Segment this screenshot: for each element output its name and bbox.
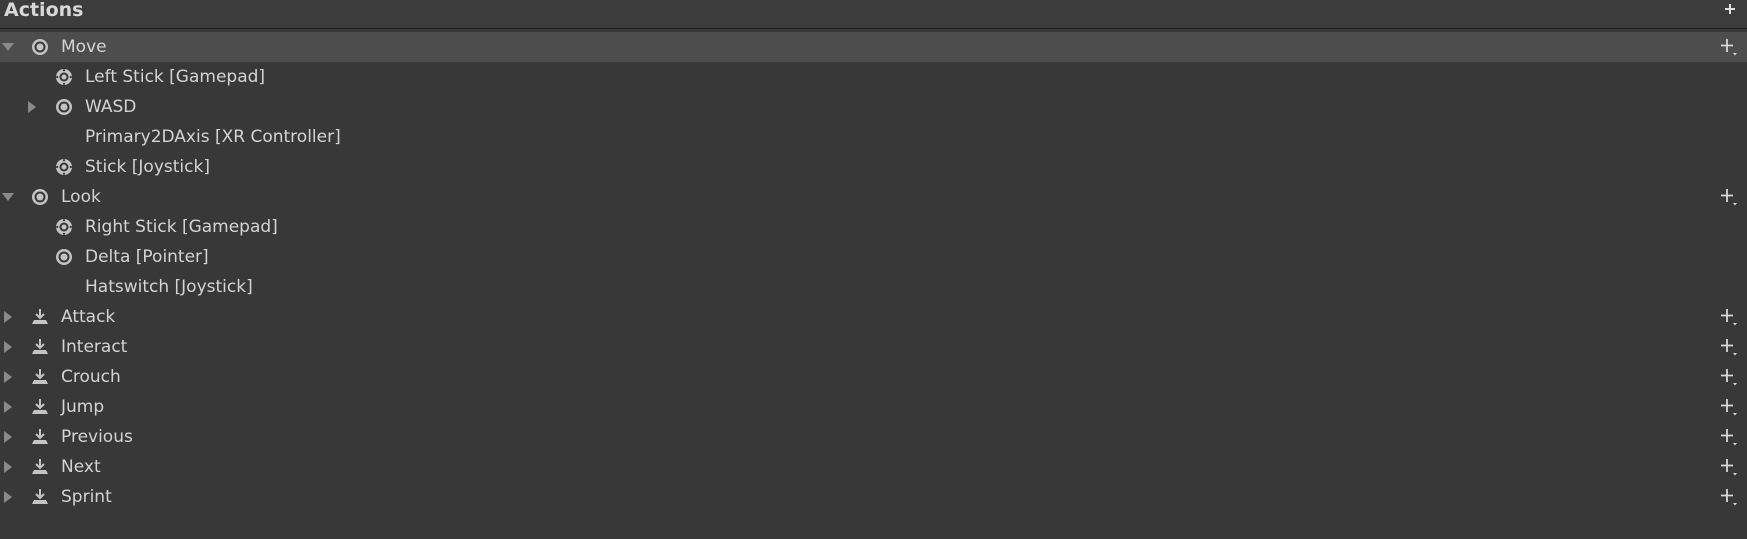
foldout-collapsed-icon[interactable] [25,100,39,114]
binding-label: Primary2DAxis [XR Controller] [85,127,341,147]
add-binding-icon[interactable] [1719,37,1739,57]
action-row-look[interactable]: Look [0,182,1747,212]
binding-label: Right Stick [Gamepad] [85,217,278,237]
binding-row[interactable]: Stick [Joystick] [0,152,1747,182]
composite-icon [56,99,72,115]
foldout-collapsed-icon[interactable] [1,340,15,354]
button-action-icon [32,309,48,324]
action-row-interact[interactable]: Interact [0,332,1747,362]
action-label: Interact [61,337,128,357]
binding-row[interactable]: Delta [Pointer] [0,242,1747,272]
add-binding-icon[interactable] [1719,367,1739,387]
binding-row[interactable]: WASD [0,92,1747,122]
add-binding-icon[interactable] [1719,337,1739,357]
actions-tree: Move Left Stick [Gamepad] WASD Primary2DAxi… [0,32,1747,512]
foldout-collapsed-icon[interactable] [1,490,15,504]
button-action-icon [32,429,48,444]
binding-row[interactable]: Primary2DAxis [XR Controller] [0,122,1747,152]
foldout-collapsed-icon[interactable] [1,310,15,324]
action-label: Sprint [61,487,112,507]
action-label: Move [61,37,107,57]
binding-label: Hatswitch [Joystick] [85,277,253,297]
binding-label: Stick [Joystick] [85,157,210,177]
action-row-jump[interactable]: Jump [0,392,1747,422]
binding-label: WASD [85,97,137,117]
foldout-expanded-icon[interactable] [1,190,15,204]
button-action-icon [32,489,48,504]
action-row-next[interactable]: Next [0,452,1747,482]
action-label: Look [61,187,101,207]
panel-title: Actions [4,0,84,21]
value-action-icon [32,189,48,205]
binding-row[interactable]: Right Stick [Gamepad] [0,212,1747,242]
action-label: Attack [61,307,116,327]
button-action-icon [32,369,48,384]
pointer-delta-icon [56,249,72,265]
action-label: Next [61,457,101,477]
gamepad-stick-icon [56,69,72,85]
gamepad-stick-icon [56,219,72,235]
actions-panel: Actions Move Left Stick [Gamepad] WASD Prim… [0,0,1747,539]
value-action-icon [32,39,48,55]
action-label: Crouch [61,367,121,387]
action-row-move[interactable]: Move [0,32,1747,62]
binding-row[interactable]: Hatswitch [Joystick] [0,272,1747,302]
add-binding-icon[interactable] [1719,427,1739,447]
add-binding-icon[interactable] [1719,487,1739,507]
action-row-sprint[interactable]: Sprint [0,482,1747,512]
foldout-collapsed-icon[interactable] [1,460,15,474]
action-label: Previous [61,427,133,447]
action-label: Jump [61,397,105,417]
add-binding-icon[interactable] [1719,307,1739,327]
button-action-icon [32,459,48,474]
binding-label: Delta [Pointer] [85,247,209,267]
add-binding-icon[interactable] [1719,187,1739,207]
add-binding-icon[interactable] [1719,457,1739,477]
action-row-previous[interactable]: Previous [0,422,1747,452]
foldout-collapsed-icon[interactable] [1,430,15,444]
foldout-collapsed-icon[interactable] [1,400,15,414]
binding-label: Left Stick [Gamepad] [85,67,266,87]
binding-row[interactable]: Left Stick [Gamepad] [0,62,1747,92]
actions-header: Actions [0,0,1747,29]
foldout-collapsed-icon[interactable] [1,370,15,384]
add-binding-icon[interactable] [1719,397,1739,417]
action-row-attack[interactable]: Attack [0,302,1747,332]
add-action-icon[interactable] [1723,2,1737,16]
gamepad-stick-icon [56,159,72,175]
action-row-crouch[interactable]: Crouch [0,362,1747,392]
button-action-icon [32,399,48,414]
button-action-icon [32,339,48,354]
foldout-expanded-icon[interactable] [1,40,15,54]
